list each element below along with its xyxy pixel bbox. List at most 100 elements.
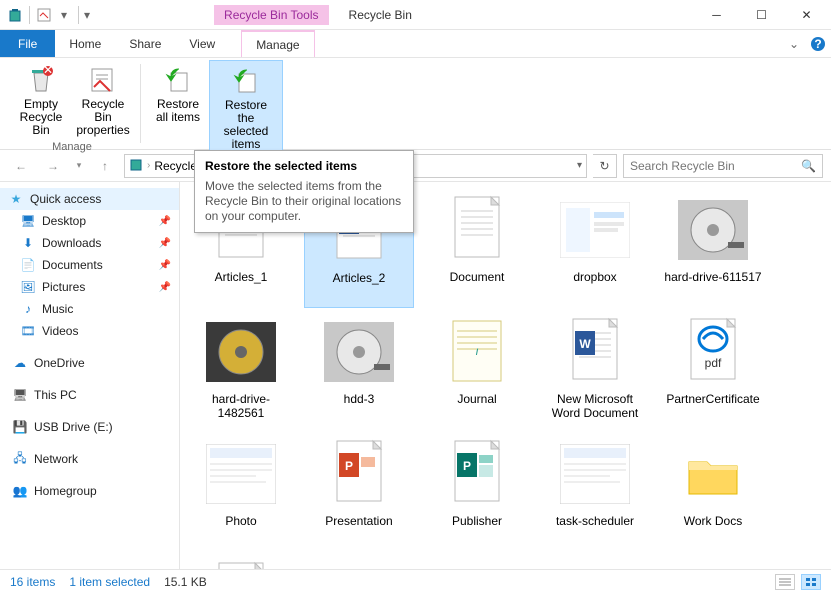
status-size: 15.1 KB <box>164 575 207 589</box>
file-item[interactable]: PPresentation <box>304 434 414 552</box>
ribbon-collapse-icon[interactable]: ⌄ <box>783 30 805 57</box>
ribbon-group-manage: ✕ Empty Recycle Bin Recycle Bin properti… <box>6 60 138 147</box>
help-icon[interactable]: ? <box>805 30 831 57</box>
cloud-icon: ☁ <box>12 355 28 371</box>
downloads-icon: ⬇ <box>20 235 36 251</box>
search-input[interactable] <box>630 159 801 173</box>
pin-icon: 📌 <box>159 216 171 227</box>
pin-icon: 📌 <box>159 260 171 271</box>
ribbon-group-restore: Restore all items Restore the selected i… <box>143 60 287 147</box>
context-tab: Recycle Bin Tools <box>214 5 329 25</box>
videos-icon: 🎞 <box>20 323 36 339</box>
restore-all-icon <box>162 64 194 96</box>
recycle-bin-icon <box>129 157 143 174</box>
file-item[interactable]: Document <box>422 190 532 308</box>
file-item[interactable]: PPublisher <box>422 434 532 552</box>
file-name: PartnerCertificate <box>666 392 759 406</box>
file-name: hard-drive-611517 <box>664 270 761 284</box>
homegroup-icon: 👥 <box>12 483 28 499</box>
file-thumbnail: W <box>559 316 631 388</box>
window-title: Recycle Bin <box>349 8 412 22</box>
sidebar-network[interactable]: 🖧Network <box>0 448 179 470</box>
menu-file[interactable]: File <box>0 30 55 57</box>
trash-icon: ✕ <box>25 64 57 96</box>
pictures-icon: 🖼 <box>20 279 36 295</box>
back-button[interactable]: ← <box>8 154 34 178</box>
recycle-bin-properties-button[interactable]: Recycle Bin properties <box>72 60 134 141</box>
qat-dropdown-icon[interactable]: ▾ <box>55 6 73 24</box>
sidebar-documents[interactable]: 📄Documents📌 <box>0 254 179 276</box>
close-button[interactable]: ✕ <box>784 0 829 30</box>
menu-manage[interactable]: Manage <box>241 30 314 57</box>
sidebar-desktop[interactable]: 🖥Desktop📌 <box>0 210 179 232</box>
menu-home[interactable]: Home <box>55 30 115 57</box>
sidebar-quick-access[interactable]: ★Quick access <box>0 188 179 210</box>
file-item[interactable]: dropbox <box>540 190 650 308</box>
svg-text:✕: ✕ <box>43 65 53 77</box>
tooltip: Restore the selected items Move the sele… <box>194 150 414 233</box>
sidebar-pictures[interactable]: 🖼Pictures📌 <box>0 276 179 298</box>
file-name: Articles_1 <box>215 270 268 284</box>
file-item[interactable]: task-scheduler <box>540 434 650 552</box>
breadcrumb[interactable]: Recycle <box>154 159 197 173</box>
file-name: Articles_2 <box>333 271 386 285</box>
sidebar-homegroup[interactable]: 👥Homegroup <box>0 480 179 502</box>
sidebar-videos[interactable]: 🎞Videos <box>0 320 179 342</box>
file-item[interactable]: Work Docs <box>658 434 768 552</box>
minimize-button[interactable]: ─ <box>694 0 739 30</box>
music-icon: ♪ <box>20 301 36 317</box>
restore-selected-button[interactable]: Restore the selected items <box>209 60 283 156</box>
file-name: hard-drive-1482561 <box>190 392 292 420</box>
svg-text:?: ? <box>814 37 821 51</box>
title-bar: ▾ ▾ Recycle Bin Tools Recycle Bin ─ ☐ ✕ <box>0 0 831 30</box>
address-dropdown-icon[interactable]: ▾ <box>577 160 582 171</box>
file-thumbnail: pdf <box>677 316 749 388</box>
icons-view-button[interactable] <box>801 574 821 590</box>
file-name: Document <box>450 270 505 284</box>
documents-icon: 📄 <box>20 257 36 273</box>
details-view-button[interactable] <box>775 574 795 590</box>
svg-text:P: P <box>345 459 353 473</box>
sidebar-this-pc[interactable]: 🖥This PC <box>0 384 179 406</box>
network-icon: 🖧 <box>12 451 28 467</box>
status-count: 16 items <box>10 575 55 589</box>
file-thumbnail <box>677 194 749 266</box>
refresh-button[interactable]: ↻ <box>593 154 617 178</box>
file-list[interactable]: WArticles_1WArticles_2Documentdropboxhar… <box>180 182 831 585</box>
file-thumbnail <box>677 438 749 510</box>
recent-dropdown[interactable]: ▾ <box>72 154 86 178</box>
empty-recycle-bin-button[interactable]: ✕ Empty Recycle Bin <box>10 60 72 141</box>
file-item[interactable]: WNew Microsoft Word Document <box>540 312 650 430</box>
file-item[interactable]: hdd-3 <box>304 312 414 430</box>
sidebar-music[interactable]: ♪Music <box>0 298 179 320</box>
search-box[interactable]: 🔍 <box>623 154 823 178</box>
sidebar-downloads[interactable]: ⬇Downloads📌 <box>0 232 179 254</box>
file-name: hdd-3 <box>344 392 375 406</box>
file-item[interactable]: hard-drive-611517 <box>658 190 768 308</box>
search-icon[interactable]: 🔍 <box>801 159 816 173</box>
file-thumbnail: P <box>441 438 513 510</box>
file-item[interactable]: ıJournal <box>422 312 532 430</box>
forward-button[interactable]: → <box>40 154 66 178</box>
up-button[interactable]: ↑ <box>92 154 118 178</box>
file-thumbnail: ı <box>441 316 513 388</box>
menu-view[interactable]: View <box>175 30 229 57</box>
chevron-right-icon[interactable]: › <box>147 160 150 171</box>
file-item[interactable]: pdf PartnerCertificate <box>658 312 768 430</box>
menu-share[interactable]: Share <box>115 30 175 57</box>
file-thumbnail <box>559 438 631 510</box>
sidebar-onedrive[interactable]: ☁OneDrive <box>0 352 179 374</box>
file-item[interactable]: hard-drive-1482561 <box>186 312 296 430</box>
file-name: task-scheduler <box>556 514 634 528</box>
restore-all-button[interactable]: Restore all items <box>147 60 209 156</box>
properties-icon[interactable] <box>35 6 53 24</box>
maximize-button[interactable]: ☐ <box>739 0 784 30</box>
status-bar: 16 items 1 item selected 15.1 KB <box>0 569 831 593</box>
svg-text:ı: ı <box>475 344 478 358</box>
properties-icon <box>87 64 119 96</box>
file-item[interactable]: Photo <box>186 434 296 552</box>
sidebar-usb[interactable]: 💾USB Drive (E:) <box>0 416 179 438</box>
usb-icon: 💾 <box>12 419 28 435</box>
svg-text:pdf: pdf <box>705 356 722 370</box>
address-row: ← → ▾ ↑ › Recycle ▾ ↻ 🔍 <box>0 150 831 182</box>
